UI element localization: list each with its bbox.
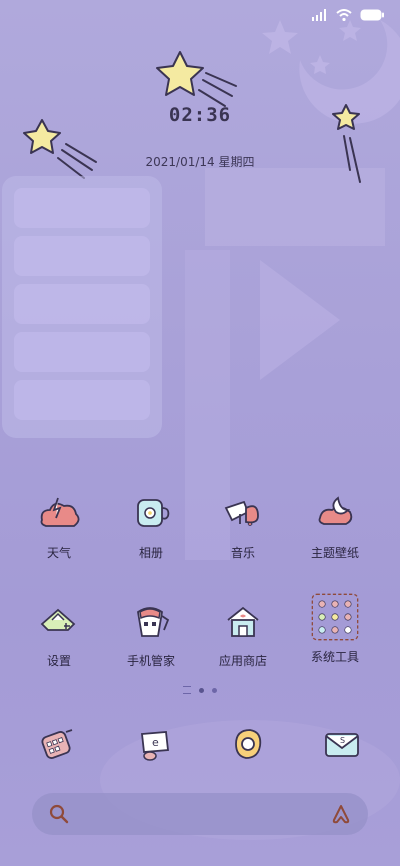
search-icon[interactable] (48, 803, 70, 825)
app-weather[interactable]: 天气 (14, 490, 104, 561)
app-store-icon (227, 606, 259, 637)
app-settings[interactable]: 设置 (14, 598, 104, 669)
phone-icon[interactable] (36, 722, 80, 766)
music-icon (224, 500, 259, 526)
app-label: 应用商店 (218, 654, 267, 668)
signal-icon (312, 9, 326, 21)
folder-system-tools[interactable]: 系统工具 (290, 590, 380, 665)
clock-date: 2021/01/14 星期四 (145, 155, 255, 169)
wifi-icon (336, 9, 352, 21)
app-label: 相册 (138, 546, 163, 560)
assistant-icon[interactable] (330, 803, 352, 825)
app-theme[interactable]: 主题壁纸 (290, 490, 380, 561)
messages-icon[interactable]: S (320, 722, 364, 766)
page-dot[interactable] (199, 687, 204, 693)
app-label: 天气 (46, 546, 71, 560)
widget-panel[interactable] (2, 176, 162, 438)
page-dot[interactable] (212, 687, 217, 693)
app-gallery[interactable]: 相册 (106, 490, 196, 561)
clock-time[interactable]: 02:36 (0, 104, 400, 126)
app-store[interactable]: 应用商店 (198, 598, 288, 669)
app-music[interactable]: 音乐 (198, 490, 288, 561)
battery-icon (360, 9, 384, 21)
system-tools-folder-icon (311, 593, 359, 641)
settings-icon (40, 608, 76, 631)
svg-text:S: S (340, 736, 345, 745)
star-decoration-icon (156, 51, 237, 107)
page-indicator-list-icon[interactable] (183, 686, 191, 694)
dock: e S (0, 722, 400, 768)
app-label: 主题壁纸 (310, 546, 359, 560)
browser-icon[interactable]: e (132, 722, 176, 766)
weather-icon (40, 497, 80, 527)
app-security[interactable]: 手机管家 (106, 598, 196, 669)
app-label: 音乐 (230, 546, 255, 560)
search-bar[interactable] (32, 793, 368, 835)
gallery-icon (137, 499, 170, 527)
camera-icon[interactable] (226, 722, 270, 766)
status-bar (0, 0, 400, 36)
app-label: 系统工具 (310, 650, 359, 664)
app-label: 设置 (46, 654, 71, 668)
theme-icon (318, 496, 353, 525)
svg-text:e: e (152, 736, 159, 749)
app-label: 手机管家 (126, 654, 175, 668)
security-icon (137, 607, 170, 637)
page-indicator[interactable] (0, 686, 400, 694)
